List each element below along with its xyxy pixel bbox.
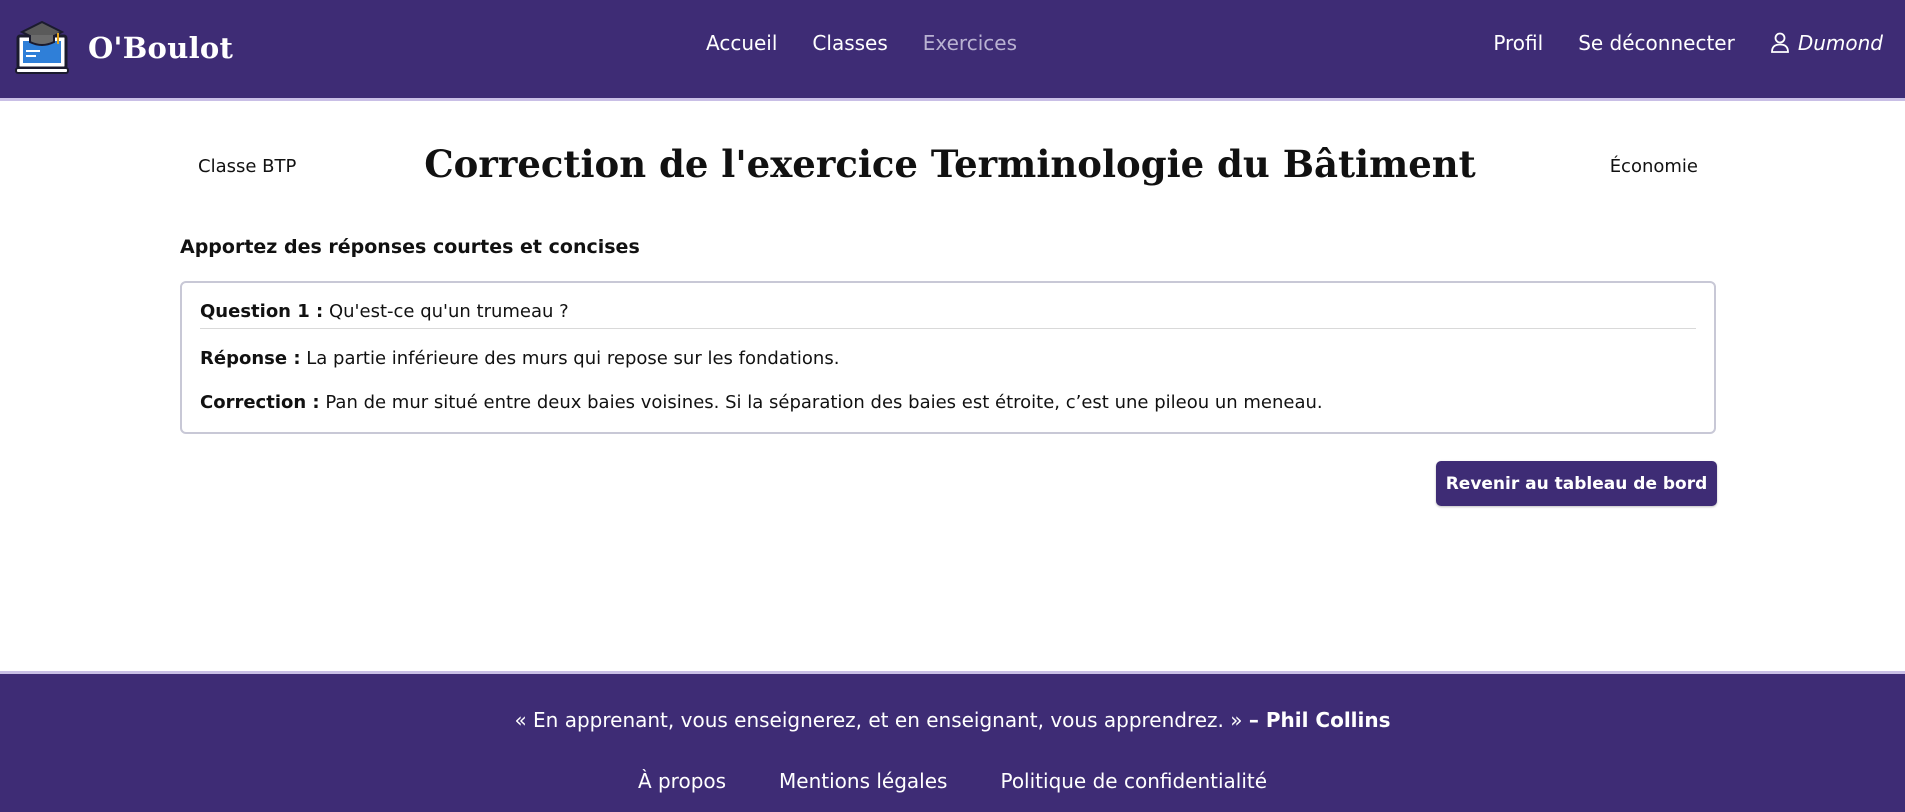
subject-label: Économie	[1609, 156, 1698, 177]
correction-label: Correction :	[200, 392, 320, 413]
brand-name: O'Boulot	[88, 31, 234, 65]
page-title: Correction de l'exercice Terminologie du…	[424, 142, 1476, 186]
logout-link[interactable]: Se déconnecter	[1578, 31, 1735, 55]
nav-item-accueil[interactable]: Accueil	[706, 31, 777, 55]
nav-item-exercices[interactable]: Exercices	[923, 31, 1017, 55]
answer-text: La partie inférieure des murs qui repose…	[306, 348, 840, 369]
correction-line: Correction : Pan de mur situé entre deux…	[200, 392, 1323, 413]
footer-links: À propos Mentions légales Politique de c…	[0, 769, 1905, 793]
quote-author: – Phil Collins	[1248, 708, 1391, 732]
nav-item-classes[interactable]: Classes	[812, 31, 887, 55]
quote-text: « En apprenant, vous enseignerez, et en …	[514, 708, 1243, 732]
answer-line: Réponse : La partie inférieure des murs …	[200, 348, 839, 369]
footer-link-legal[interactable]: Mentions légales	[779, 769, 947, 793]
user-icon	[1770, 32, 1789, 53]
user-menu[interactable]: Dumond	[1770, 31, 1883, 55]
answer-label: Réponse :	[200, 348, 301, 369]
correction-text: Pan de mur situé entre deux baies voisin…	[325, 392, 1323, 413]
question-text: Qu'est-ce qu'un trumeau ?	[328, 301, 569, 322]
footer-quote: « En apprenant, vous enseignerez, et en …	[0, 708, 1905, 732]
question-line: Question 1 : Qu'est-ce qu'un trumeau ?	[200, 301, 1696, 329]
back-to-dashboard-button[interactable]: Revenir au tableau de bord	[1436, 461, 1717, 506]
graduation-cap-laptop-icon	[15, 20, 69, 74]
footer: « En apprenant, vous enseignerez, et en …	[0, 671, 1905, 812]
user-name: Dumond	[1797, 31, 1883, 55]
instruction-text: Apportez des réponses courtes et concise…	[180, 236, 640, 258]
navbar: O'Boulot Accueil Classes Exercices Profi…	[0, 0, 1905, 101]
profile-link[interactable]: Profil	[1493, 31, 1543, 55]
footer-link-privacy[interactable]: Politique de confidentialité	[1000, 769, 1267, 793]
question-card: Question 1 : Qu'est-ce qu'un trumeau ? R…	[180, 281, 1716, 434]
main-nav: Accueil Classes Exercices	[706, 31, 1017, 55]
brand[interactable]: O'Boulot	[14, 20, 233, 76]
question-label: Question 1 :	[200, 301, 324, 322]
user-nav: Profil Se déconnecter Dumond	[1493, 31, 1883, 55]
title-row: Classe BTP Correction de l'exercice Term…	[180, 140, 1720, 192]
footer-link-about[interactable]: À propos	[638, 769, 726, 793]
